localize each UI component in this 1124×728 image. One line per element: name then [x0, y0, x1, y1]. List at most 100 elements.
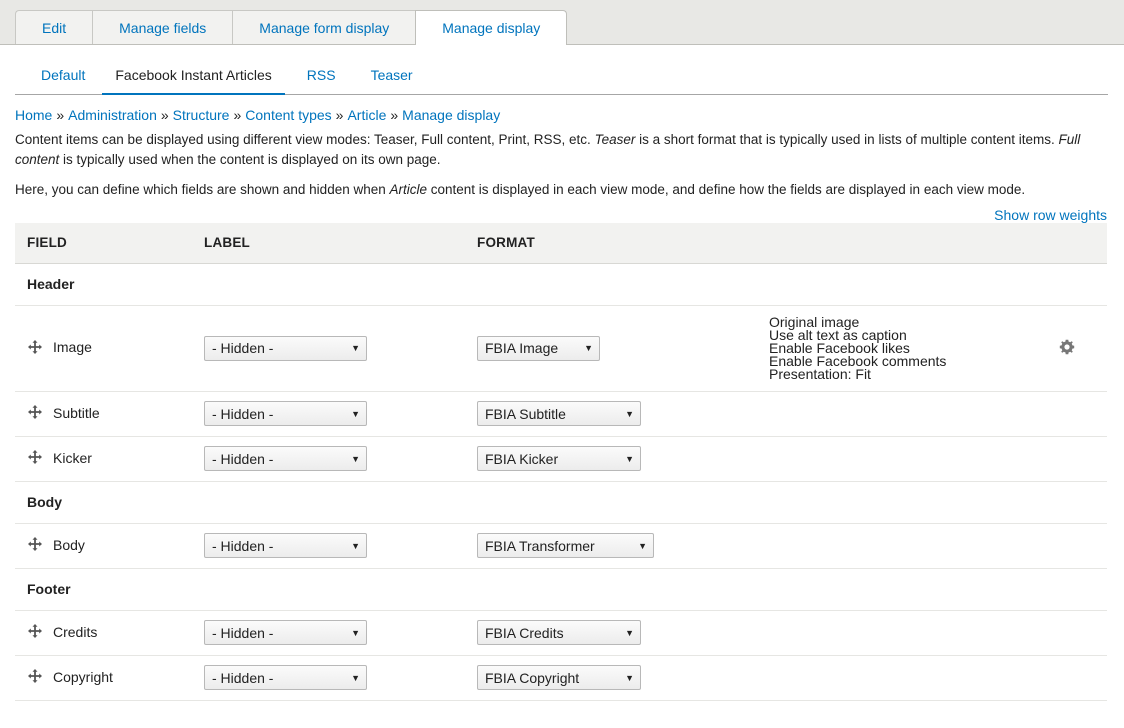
- format-cell: FBIA Copyright ▼: [476, 655, 768, 701]
- table-row-credits: Credits - Hidden - ▼ FBIA Credits ▼: [15, 610, 1107, 656]
- field-name: Kicker: [53, 449, 92, 466]
- label-cell: - Hidden - ▼: [203, 391, 476, 437]
- format-select-value: FBIA Copyright: [485, 669, 580, 686]
- dropdown-arrow-icon: ▼: [625, 672, 634, 683]
- tab-teaser[interactable]: Teaser: [358, 56, 426, 94]
- format-summary: [768, 655, 1058, 701]
- gear-icon[interactable]: [1059, 339, 1075, 355]
- help-text-segment: is a short format that is typically used…: [635, 132, 1059, 147]
- field-cell: Subtitle: [15, 391, 203, 437]
- format-select-value: FBIA Image: [485, 340, 559, 356]
- breadcrumb-separator: »: [160, 107, 169, 123]
- region-title-body: Body: [15, 481, 1107, 524]
- format-select[interactable]: FBIA Transformer ▼: [477, 533, 654, 558]
- format-cell: FBIA Subtitle ▼: [476, 391, 768, 437]
- field-name: Image: [53, 339, 92, 356]
- label-select[interactable]: - Hidden - ▼: [204, 446, 367, 471]
- column-header-summary: [768, 223, 1058, 264]
- format-cell: FBIA Transformer ▼: [476, 523, 768, 569]
- secondary-tabs: Default Facebook Instant Articles RSS Te…: [15, 57, 1108, 95]
- format-select[interactable]: FBIA Credits ▼: [477, 620, 641, 645]
- format-select-value: FBIA Transformer: [485, 537, 595, 554]
- breadcrumb-home[interactable]: Home: [15, 107, 52, 123]
- help-text-segment: content is displayed in each view mode, …: [427, 182, 1026, 197]
- field-name: Subtitle: [53, 404, 100, 421]
- dropdown-arrow-icon: ▼: [584, 343, 593, 353]
- label-select[interactable]: - Hidden - ▼: [204, 401, 367, 426]
- table-row-image: Image - Hidden - ▼ FBIA Image ▼ Original i…: [15, 305, 1107, 392]
- tab-rss[interactable]: RSS: [294, 56, 349, 94]
- dropdown-arrow-icon: ▼: [351, 408, 360, 419]
- drag-handle-icon[interactable]: [27, 536, 43, 552]
- column-header-settings: [1058, 223, 1107, 264]
- dropdown-arrow-icon: ▼: [351, 343, 360, 353]
- field-cell: Body: [15, 523, 203, 569]
- format-select[interactable]: FBIA Copyright ▼: [477, 665, 641, 690]
- breadcrumb-content-types[interactable]: Content types: [245, 107, 331, 123]
- dropdown-arrow-icon: ▼: [625, 453, 634, 464]
- label-cell: - Hidden - ▼: [203, 305, 476, 392]
- field-cell: Image: [15, 305, 203, 392]
- tab-facebook-instant-articles[interactable]: Facebook Instant Articles: [102, 56, 285, 95]
- label-select-value: - Hidden -: [212, 405, 274, 422]
- show-row-weights-link[interactable]: Show row weights: [994, 207, 1107, 223]
- help-text-segment: Here, you can define which fields are sh…: [15, 182, 390, 197]
- field-name: Body: [53, 536, 85, 553]
- tab-manage-fields[interactable]: Manage fields: [92, 10, 233, 44]
- region-row-footer: Footer: [15, 568, 1107, 611]
- breadcrumb: Home» Administration» Structure» Content ty…: [15, 105, 1124, 125]
- help-emphasis: Teaser: [594, 132, 636, 147]
- drag-handle-icon[interactable]: [27, 404, 43, 420]
- drag-handle-icon[interactable]: [27, 668, 43, 684]
- breadcrumb-administration[interactable]: Administration: [68, 107, 157, 123]
- region-row-body: Body: [15, 481, 1107, 524]
- format-select[interactable]: FBIA Kicker ▼: [477, 446, 641, 471]
- tab-default[interactable]: Default: [15, 56, 98, 94]
- format-summary: Original image Use alt text as caption E…: [768, 305, 1058, 392]
- label-select-value: - Hidden -: [212, 340, 274, 356]
- tab-edit[interactable]: Edit: [15, 10, 93, 44]
- breadcrumb-manage-display[interactable]: Manage display: [402, 107, 500, 123]
- label-select[interactable]: - Hidden - ▼: [204, 335, 367, 361]
- region-title-header: Header: [15, 263, 1107, 306]
- breadcrumb-article[interactable]: Article: [347, 107, 386, 123]
- format-summary: [768, 436, 1058, 482]
- label-cell: - Hidden - ▼: [203, 523, 476, 569]
- format-cell: FBIA Image ▼: [476, 305, 768, 392]
- dropdown-arrow-icon: ▼: [625, 627, 634, 638]
- format-select[interactable]: FBIA Subtitle ▼: [477, 401, 641, 426]
- dropdown-arrow-icon: ▼: [351, 540, 360, 551]
- primary-tabs: Edit Manage fields Manage form display M…: [0, 0, 1124, 45]
- table-row-subtitle: Subtitle - Hidden - ▼ FBIA Subtitle ▼: [15, 391, 1107, 437]
- label-select-value: - Hidden -: [212, 669, 274, 686]
- drag-handle-icon[interactable]: [27, 623, 43, 639]
- dropdown-arrow-icon: ▼: [625, 408, 634, 419]
- drag-handle-icon[interactable]: [27, 449, 43, 465]
- region-title-footer: Footer: [15, 568, 1107, 611]
- label-select[interactable]: - Hidden - ▼: [204, 533, 367, 558]
- tab-manage-form-display[interactable]: Manage form display: [232, 10, 416, 44]
- breadcrumb-separator: »: [56, 107, 65, 123]
- table-row-kicker: Kicker - Hidden - ▼ FBIA Kicker ▼: [15, 436, 1107, 482]
- table-row-body: Body - Hidden - ▼ FBIA Transformer ▼: [15, 523, 1107, 569]
- label-cell: - Hidden - ▼: [203, 655, 476, 701]
- label-select[interactable]: - Hidden - ▼: [204, 665, 367, 690]
- field-name: Copyright: [53, 668, 113, 685]
- breadcrumb-structure[interactable]: Structure: [173, 107, 230, 123]
- drag-handle-icon[interactable]: [27, 339, 43, 355]
- breadcrumb-separator: »: [390, 107, 399, 123]
- tab-manage-display[interactable]: Manage display: [415, 10, 568, 45]
- settings-cell: [1058, 523, 1107, 569]
- breadcrumb-separator: »: [335, 107, 344, 123]
- help-text: Content items can be displayed using dif…: [15, 130, 1108, 200]
- label-cell: - Hidden - ▼: [203, 610, 476, 656]
- field-cell: Kicker: [15, 436, 203, 482]
- help-paragraph-1: Content items can be displayed using dif…: [15, 130, 1108, 170]
- label-select[interactable]: - Hidden - ▼: [204, 620, 367, 645]
- region-row-header: Header: [15, 263, 1107, 306]
- format-cell: FBIA Credits ▼: [476, 610, 768, 656]
- column-header-label: LABEL: [203, 223, 476, 264]
- settings-cell: [1058, 610, 1107, 656]
- format-select[interactable]: FBIA Image ▼: [477, 335, 600, 361]
- field-name: Credits: [53, 623, 98, 640]
